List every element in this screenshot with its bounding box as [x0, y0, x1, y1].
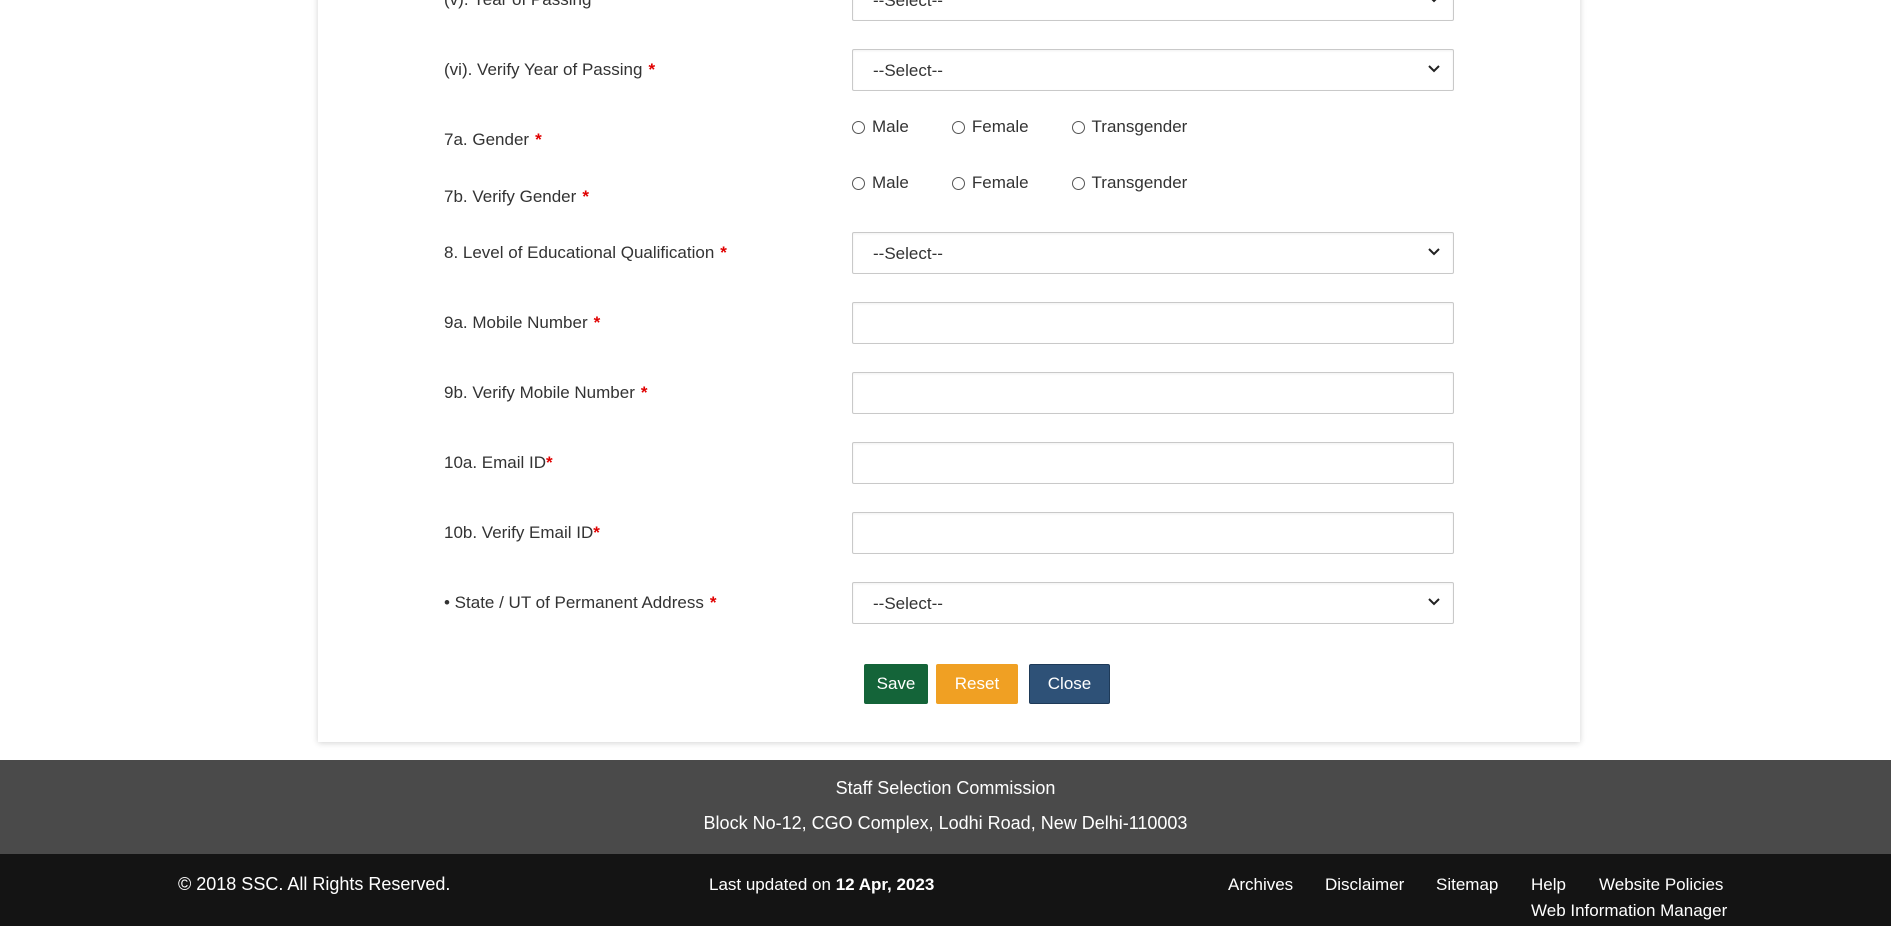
- footer-org-name: Staff Selection Commission: [835, 778, 1056, 798]
- verify-email-input[interactable]: [852, 512, 1454, 554]
- verify-mobile-number-input[interactable]: [852, 372, 1454, 414]
- required-marker: *: [648, 60, 656, 79]
- required-marker: *: [709, 593, 717, 612]
- radio-button[interactable]: [852, 176, 865, 190]
- copyright-text: © 2018 SSC. All Rights Reserved.: [178, 874, 451, 894]
- required-marker: *: [582, 187, 589, 206]
- year-of-passing-row: (v). Year of Passing * --Select--: [444, 0, 1456, 21]
- required-marker: *: [535, 130, 542, 149]
- sitemap-link[interactable]: Sitemap: [1436, 875, 1498, 895]
- verify-year-of-passing-select[interactable]: --Select--: [852, 49, 1454, 91]
- select-value: --Select--: [873, 61, 943, 80]
- email-input[interactable]: [852, 442, 1454, 484]
- verify-gender-option-female[interactable]: Female: [951, 173, 1029, 193]
- radio-button[interactable]: [951, 120, 965, 134]
- education-level-row: 8. Level of Educational Qualification * -…: [444, 232, 1456, 274]
- gender-option-female[interactable]: Female: [951, 117, 1029, 137]
- verify-gender-row: 7b. Verify Gender * Male Female Transgend…: [444, 172, 1456, 214]
- select-value: --Select--: [873, 244, 943, 263]
- form-card: [318, 0, 1580, 742]
- chevron-down-icon: [1428, 65, 1440, 73]
- last-updated-prefix: Last updated on: [709, 875, 831, 894]
- required-marker: *: [720, 243, 727, 262]
- state-ut-row: • State / UT of Permanent Address * --Sel…: [444, 582, 1456, 624]
- web-information-manager-link[interactable]: Web Information Manager: [1531, 901, 1727, 921]
- verify-gender-option-transgender[interactable]: Transgender: [1071, 173, 1187, 193]
- chevron-down-icon: [1428, 598, 1440, 606]
- gender-radio-group: Male Female Transgender: [852, 116, 1230, 138]
- reset-button[interactable]: Reset: [936, 664, 1018, 704]
- archives-link[interactable]: Archives: [1228, 875, 1293, 895]
- year-of-passing-label: (v). Year of Passing: [444, 0, 591, 9]
- email-label: 10a. Email ID: [444, 453, 547, 472]
- required-marker: *: [640, 383, 648, 402]
- footer-address-section: Staff Selection Commission Block No-12, …: [0, 760, 1891, 854]
- verify-gender-radio-group: Male Female Transgender: [852, 172, 1230, 194]
- state-ut-select[interactable]: --Select--: [852, 582, 1454, 624]
- verify-year-of-passing-label: (vi). Verify Year of Passing: [444, 60, 643, 79]
- last-updated-date: 12 Apr, 2023: [835, 875, 935, 894]
- state-ut-label: • State / UT of Permanent Address: [444, 593, 704, 612]
- required-marker: *: [593, 523, 600, 542]
- radio-button[interactable]: [1071, 120, 1085, 134]
- gender-option-male[interactable]: Male: [852, 117, 909, 137]
- gender-row: 7a. Gender * Male Female Transgender: [444, 116, 1456, 158]
- required-marker: *: [597, 0, 604, 9]
- mobile-number-row: 9a. Mobile Number *: [444, 302, 1456, 344]
- education-level-select[interactable]: --Select--: [852, 232, 1454, 274]
- verify-gender-label: 7b. Verify Gender: [444, 187, 577, 206]
- required-marker: *: [593, 313, 601, 332]
- verify-year-of-passing-row: (vi). Verify Year of Passing * --Select--: [444, 49, 1456, 91]
- verify-mobile-number-label: 9b. Verify Mobile Number: [444, 383, 635, 402]
- close-button[interactable]: Close: [1029, 664, 1110, 704]
- disclaimer-link[interactable]: Disclaimer: [1325, 875, 1404, 895]
- radio-button[interactable]: [1071, 176, 1085, 190]
- verify-email-label: 10b. Verify Email ID: [444, 523, 594, 542]
- verify-mobile-number-row: 9b. Verify Mobile Number *: [444, 372, 1456, 414]
- chevron-down-icon: [1431, 0, 1437, 3]
- website-policies-link[interactable]: Website Policies: [1599, 875, 1723, 895]
- verify-email-row: 10b. Verify Email ID*: [444, 512, 1456, 554]
- verify-gender-option-male[interactable]: Male: [852, 173, 909, 193]
- chevron-down-icon: [1428, 248, 1440, 256]
- mobile-number-label: 9a. Mobile Number: [444, 313, 588, 332]
- year-of-passing-select[interactable]: --Select--: [852, 0, 1454, 21]
- required-marker: *: [546, 453, 553, 472]
- footer-address: Block No-12, CGO Complex, Lodhi Road, Ne…: [703, 813, 1188, 833]
- save-button[interactable]: Save: [864, 664, 928, 704]
- last-updated: Last updated on 12 Apr, 2023: [709, 875, 934, 895]
- education-level-label: 8. Level of Educational Qualification: [444, 243, 715, 262]
- help-link[interactable]: Help: [1531, 875, 1566, 895]
- select-value: --Select--: [873, 594, 943, 613]
- footer-bottom-bar: © 2018 SSC. All Rights Reserved. Last up…: [0, 854, 1891, 926]
- email-row: 10a. Email ID*: [444, 442, 1456, 484]
- radio-button[interactable]: [951, 176, 965, 190]
- gender-label: 7a. Gender: [444, 130, 530, 149]
- radio-button[interactable]: [852, 120, 865, 134]
- mobile-number-input[interactable]: [852, 302, 1454, 344]
- select-value: --Select--: [873, 0, 943, 10]
- gender-option-transgender[interactable]: Transgender: [1071, 117, 1187, 137]
